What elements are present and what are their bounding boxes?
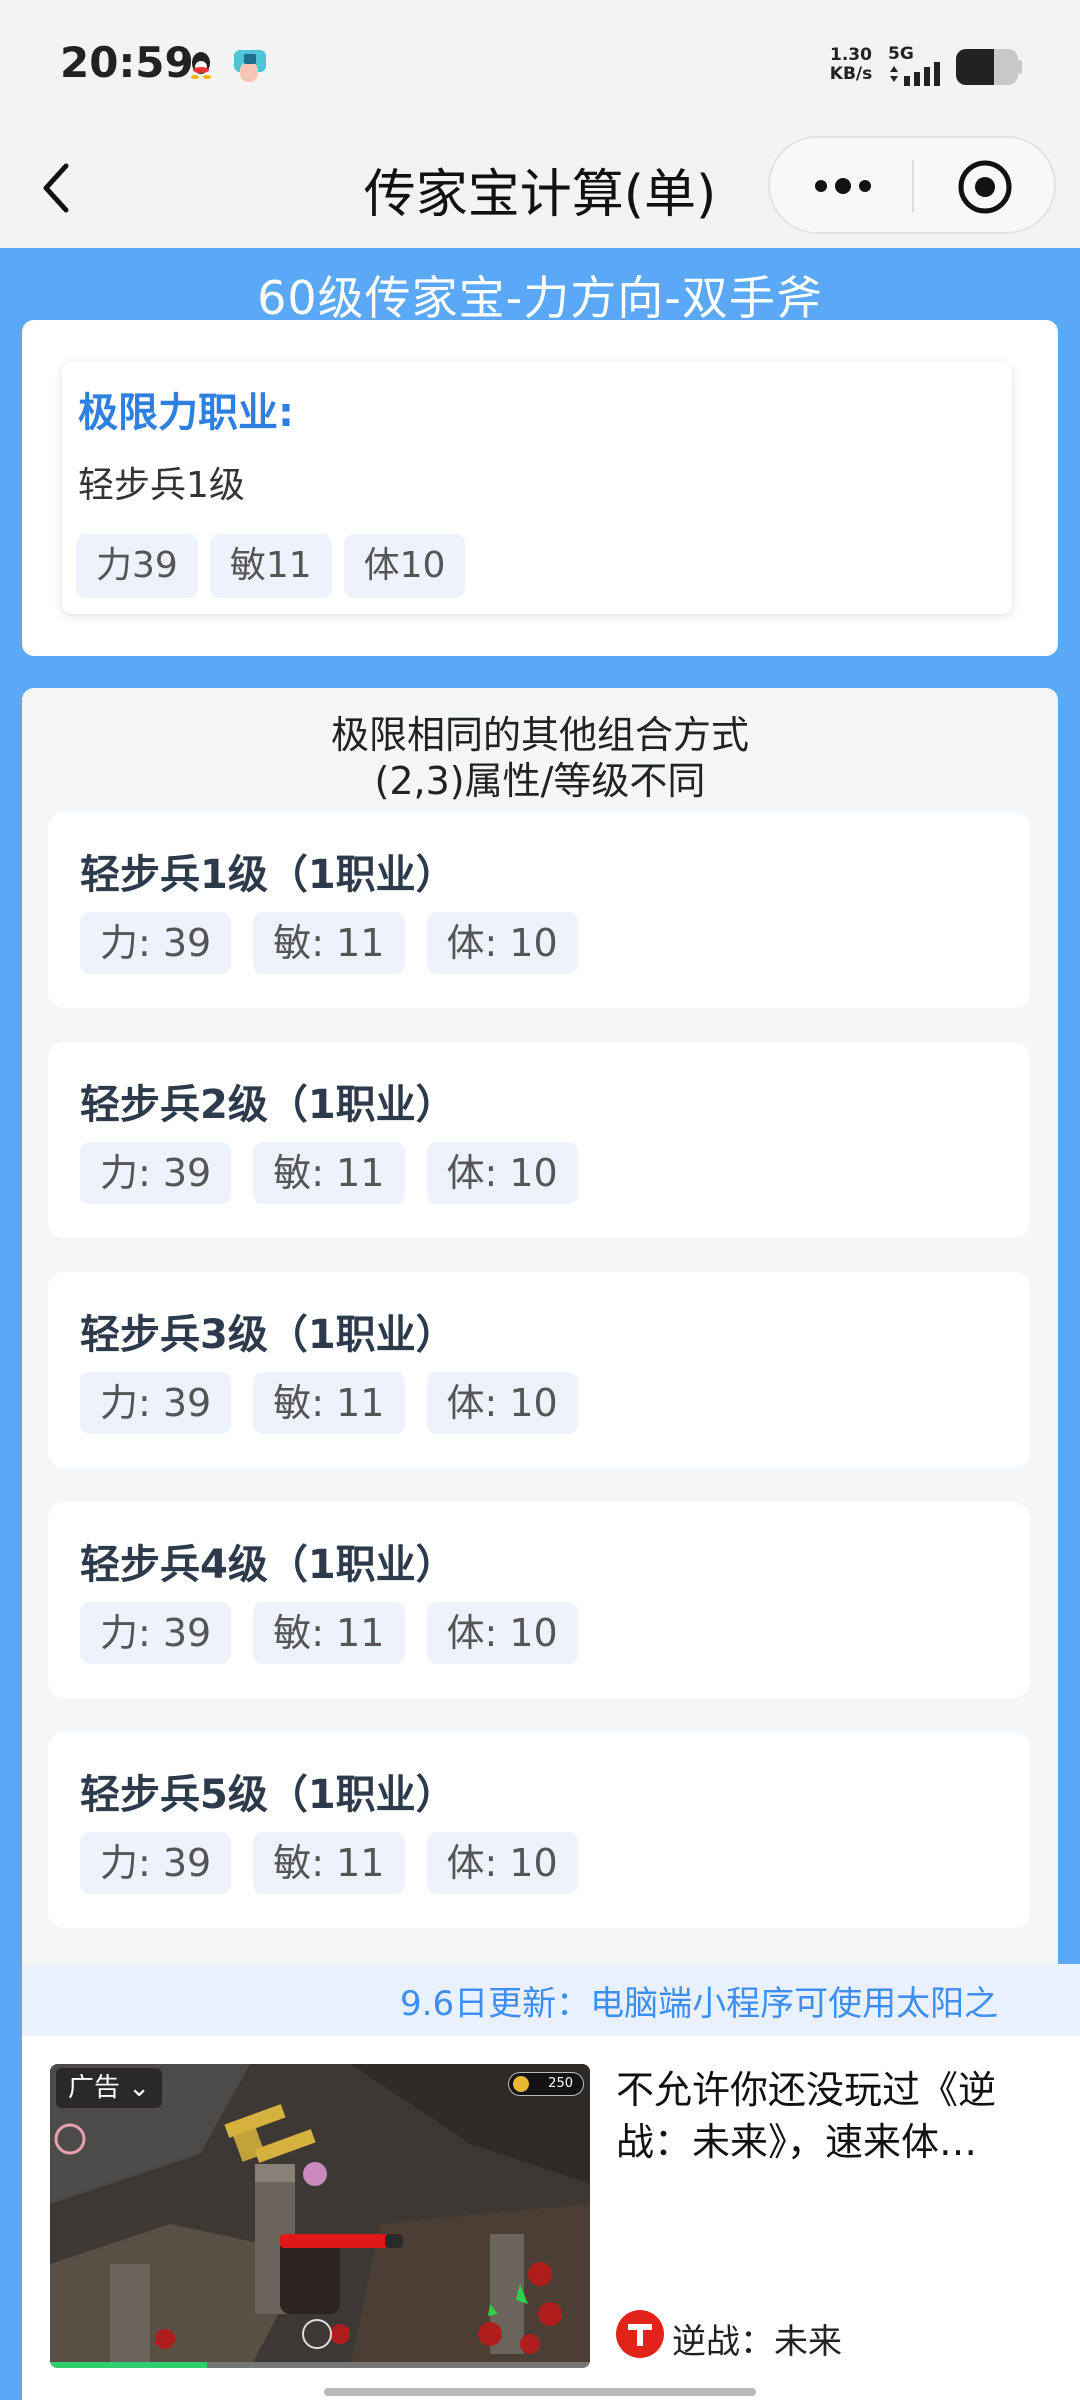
ad-title[interactable]: 不允许你还没玩过《逆战：未来》，速来体… (616, 2064, 1056, 2168)
combo-name: 轻步兵2级（1职业） (80, 1082, 456, 1128)
combos-header-line2: (2,3)属性/等级不同 (374, 759, 706, 803)
combo-item[interactable]: 轻步兵2级（1职业） 力: 39 敏: 11 体: 10 (48, 1042, 1030, 1238)
extreme-stats: 力39 敏11 体10 (76, 534, 466, 598)
coin-value: 250 (548, 2076, 573, 2091)
brand-logo-icon (616, 2310, 664, 2358)
combo-stats: 力: 39 敏: 11 体: 10 (80, 1372, 578, 1434)
close-mini-program-icon[interactable] (956, 158, 1014, 216)
stat-agi: 敏: 11 (253, 1372, 405, 1434)
back-icon[interactable] (36, 158, 80, 218)
combo-item[interactable]: 轻步兵4级（1职业） 力: 39 敏: 11 体: 10 (48, 1502, 1030, 1698)
extreme-class-name: 轻步兵1级 (78, 465, 245, 506)
stat-vit: 体: 10 (426, 1372, 578, 1434)
combo-name: 轻步兵5级（1职业） (80, 1772, 456, 1818)
page-title: 传家宝计算(单) (363, 165, 717, 225)
nav-bar: 传家宝计算(单) (0, 130, 1080, 248)
network-speed-unit: KB/s (829, 64, 873, 84)
coin-icon (513, 2076, 529, 2092)
home-indicator[interactable] (324, 2388, 756, 2396)
stat-str: 力: 39 (80, 1372, 232, 1434)
ad-card[interactable]: 广告 ⌄ 250 不允许你还没玩过《逆战：未来》，速来体… 逆战：未来 (22, 2036, 1080, 2400)
stat-str: 力: 39 (80, 1832, 232, 1894)
mini-program-capsule (768, 136, 1056, 234)
network-speed: 1.30 KB/s (826, 46, 876, 84)
stat-vit: 体: 10 (426, 1602, 578, 1664)
combos-header-line1: 极限相同的其他组合方式 (330, 713, 749, 757)
update-notice-text: 9.6日更新：电脑端小程序可使用太阳之 (400, 1984, 999, 2024)
extreme-class-card: 极限力职业: 轻步兵1级 力39 敏11 体10 (22, 320, 1058, 656)
coin-badge: 250 (508, 2072, 584, 2096)
update-notice-marquee[interactable]: 9.6日更新：电脑端小程序可使用太阳之 (22, 1964, 1080, 2036)
combo-item[interactable]: 轻步兵3级（1职业） 力: 39 敏: 11 体: 10 (48, 1272, 1030, 1468)
capsule-divider (912, 160, 914, 212)
stat-str: 力: 39 (80, 1142, 232, 1204)
combo-name: 轻步兵1级（1职业） (80, 852, 456, 898)
stat-chip-vit: 体10 (343, 534, 466, 598)
stat-agi: 敏: 11 (253, 1602, 405, 1664)
game-scene-illustration (50, 2064, 590, 2368)
stat-vit: 体: 10 (426, 1832, 578, 1894)
stat-str: 力: 39 (80, 912, 232, 974)
stat-chip-agi: 敏11 (209, 534, 332, 598)
combo-stats: 力: 39 敏: 11 体: 10 (80, 1142, 578, 1204)
chevron-down-icon: ⌄ (128, 2073, 151, 2103)
combo-item[interactable]: 轻步兵1级（1职业） 力: 39 敏: 11 体: 10 (48, 812, 1030, 1008)
signal-icon (890, 62, 940, 86)
combo-stats: 力: 39 敏: 11 体: 10 (80, 1832, 578, 1894)
ad-video-progress-fill (50, 2362, 207, 2368)
more-icon[interactable] (808, 164, 878, 208)
ad-video-thumbnail[interactable]: 广告 ⌄ 250 (50, 2064, 590, 2368)
stat-agi: 敏: 11 (253, 912, 405, 974)
app-notification-icon (234, 50, 266, 82)
status-time: 20:59 (60, 38, 194, 87)
ad-tag-label: 广告 (68, 2073, 121, 2103)
combo-stats: 力: 39 敏: 11 体: 10 (80, 1602, 578, 1664)
stat-vit: 体: 10 (426, 1142, 578, 1204)
stat-agi: 敏: 11 (253, 1142, 405, 1204)
brand-logo-glyph (628, 2324, 652, 2346)
network-type: 5G (888, 44, 914, 64)
combo-name: 轻步兵4级（1职业） (80, 1542, 456, 1588)
ad-brand-name[interactable]: 逆战：未来 (672, 2314, 842, 2363)
combo-name: 轻步兵3级（1职业） (80, 1312, 456, 1358)
combo-stats: 力: 39 敏: 11 体: 10 (80, 912, 578, 974)
main-content: 60级传家宝-力方向-双手斧 极限力职业: 轻步兵1级 力39 敏11 体10 … (0, 248, 1080, 2400)
stat-vit: 体: 10 (426, 912, 578, 974)
stat-agi: 敏: 11 (253, 1832, 405, 1894)
stat-chip-str: 力39 (76, 534, 198, 598)
banner-title: 60级传家宝-力方向-双手斧 (257, 271, 823, 325)
extreme-class-inner: 极限力职业: 轻步兵1级 力39 敏11 体10 (62, 362, 1012, 614)
battery-icon (956, 49, 1022, 85)
stat-str: 力: 39 (80, 1602, 232, 1664)
ad-video-progress (50, 2362, 590, 2368)
network-speed-value: 1.30 (830, 45, 872, 65)
combos-header: 极限相同的其他组合方式 (2,3)属性/等级不同 (22, 712, 1058, 804)
status-bar: 20:59 1.30 KB/s 5G (0, 0, 1080, 130)
qq-icon (191, 52, 211, 79)
extreme-label: 极限力职业: (78, 390, 294, 436)
ad-tag[interactable]: 广告 ⌄ (56, 2068, 163, 2108)
combo-item[interactable]: 轻步兵5级（1职业） 力: 39 敏: 11 体: 10 (48, 1732, 1030, 1928)
